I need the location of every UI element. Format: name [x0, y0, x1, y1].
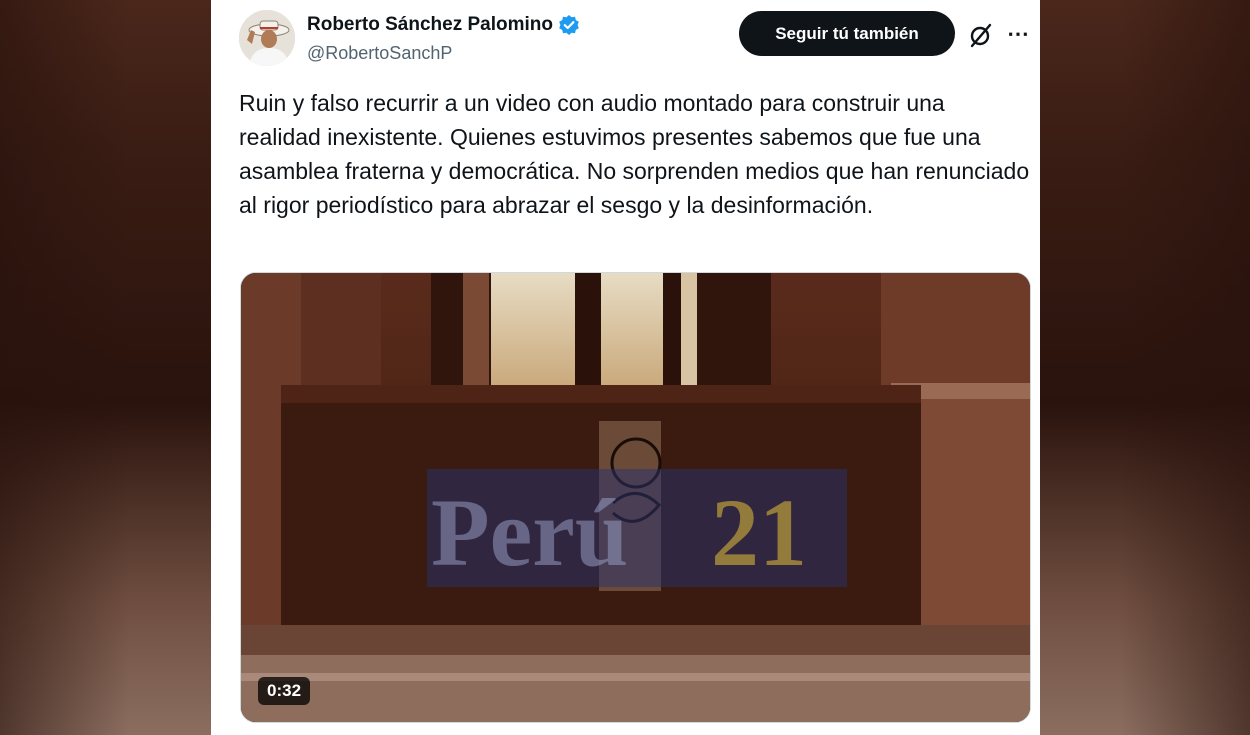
svg-text:Perú: Perú [431, 479, 628, 586]
avatar-image [239, 10, 295, 66]
svg-text:21: 21 [711, 479, 807, 586]
verified-badge-icon [559, 15, 579, 35]
author-name-row: Roberto Sánchez Palomino [307, 14, 580, 36]
video-duration: 0:32 [258, 677, 311, 705]
background-right-panel [1035, 0, 1250, 735]
background-left-panel [0, 0, 215, 735]
author-name[interactable]: Roberto Sánchez Palomino [307, 14, 553, 36]
author-handle[interactable]: @RobertoSanchP [307, 43, 452, 64]
more-icon[interactable]: ⋯ [1004, 20, 1032, 48]
tweet-card: Roberto Sánchez Palomino @RobertoSanchP … [211, 0, 1040, 735]
avatar[interactable] [239, 10, 295, 66]
tweet-text: Ruin y falso recurrir a un video con aud… [239, 90, 1030, 218]
grok-icon[interactable] [968, 22, 994, 48]
video-player[interactable]: Perú 21 0:32 [240, 272, 1031, 723]
video-frame: Perú 21 [241, 273, 1030, 722]
follow-button[interactable]: Seguir tú también [739, 11, 955, 56]
